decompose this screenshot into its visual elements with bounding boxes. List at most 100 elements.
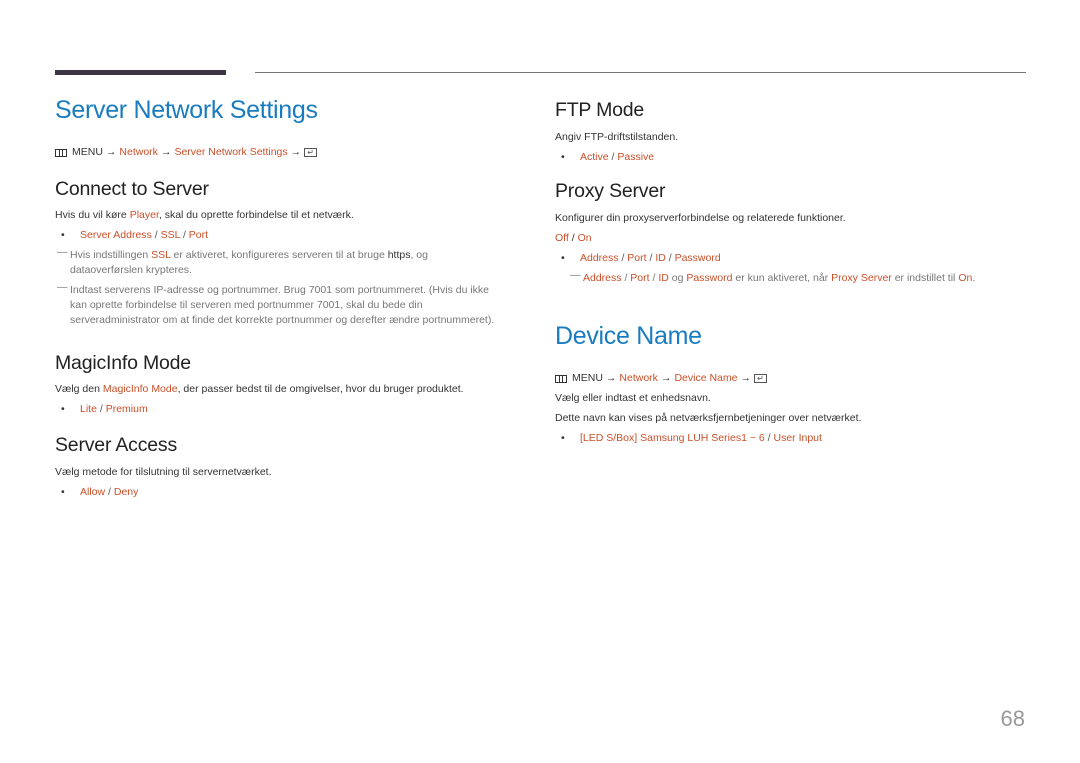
arrow-icon: → [740, 372, 751, 384]
highlight-ssl: SSL [151, 249, 171, 261]
separator: / [621, 272, 631, 284]
bullet-icon: • [561, 432, 565, 444]
separator: / [151, 229, 161, 241]
option-password[interactable]: Password [675, 252, 721, 264]
option-port[interactable]: Port [189, 229, 208, 241]
text: Vælg den [55, 383, 103, 395]
enter-icon: ↵ [753, 374, 767, 383]
separator: / [105, 486, 114, 498]
option-ssl[interactable]: SSL [161, 229, 180, 241]
text: Indtast serverens IP-adresse og portnumm… [70, 284, 495, 326]
separator: / [646, 252, 656, 264]
proxy-toggle: Off / On [555, 231, 1025, 246]
highlight-port: Port [630, 272, 650, 284]
list-item: • Server Address / SSL / Port [55, 228, 495, 243]
ftp-mode-description: Angiv FTP-driftstilstanden. [555, 131, 679, 143]
option-off[interactable]: Off [555, 232, 569, 244]
left-column: Server Network Settings MENU → Network →… [55, 96, 495, 500]
text: er indstillet til [891, 272, 959, 284]
option-id[interactable]: ID [655, 252, 666, 264]
option-active[interactable]: Active [580, 151, 609, 163]
connect-to-server-description: Hvis du vil køre Player, skal du oprette… [55, 208, 495, 223]
option-lite[interactable]: Lite [80, 403, 97, 415]
bullet-icon: • [561, 252, 565, 264]
option-server-address[interactable]: Server Address [80, 229, 152, 241]
breadcrumb-network[interactable]: Network [119, 145, 158, 160]
text: er aktiveret, konfigureres serveren til … [170, 249, 388, 261]
section-heading-ftp-mode: FTP Mode [555, 99, 645, 121]
text: er kun aktiveret, når [732, 272, 832, 284]
separator: / [568, 232, 578, 244]
text-https: https [387, 249, 411, 261]
note-proxy: — Address / Port / ID og Password er kun… [568, 269, 1025, 286]
bullet-icon: • [561, 151, 565, 163]
option-user-input[interactable]: User Input [773, 432, 821, 444]
option-port[interactable]: Port [627, 252, 646, 264]
highlight-password: Password [686, 272, 733, 284]
list-item: • Active / Passive [555, 150, 1025, 165]
note-port: — Indtast serverens IP-adresse og portnu… [55, 281, 495, 328]
server-access-description: Vælg metode for tilslutning til serverne… [55, 466, 272, 478]
bullet-icon: • [61, 486, 65, 498]
section-heading-connect-to-server: Connect to Server [55, 178, 209, 200]
highlight-id: ID [658, 272, 669, 284]
magicinfo-mode-description: Vælg den MagicInfo Mode, der passer beds… [55, 382, 495, 397]
highlight-magicinfo-mode: MagicInfo Mode [102, 383, 178, 395]
separator: / [96, 403, 106, 415]
arrow-icon: → [660, 372, 672, 384]
highlight-on: On [958, 272, 973, 284]
section-heading-proxy-server: Proxy Server [555, 180, 666, 202]
option-on[interactable]: On [578, 232, 592, 244]
page-number: 68 [1000, 706, 1025, 731]
note-dash-icon: — [57, 246, 68, 258]
device-name-description-2: Dette navn kan vises på netværksfjernbet… [555, 412, 862, 424]
text: og [668, 272, 687, 284]
bullet-icon: • [61, 403, 65, 415]
text: , skal du oprette forbindelse til et net… [158, 209, 354, 221]
arrow-icon: → [160, 146, 172, 158]
highlight-address: Address [583, 272, 622, 284]
separator: / [180, 229, 189, 241]
option-led-sbox-name[interactable]: [LED S/Box] Samsung LUH Series1 ~ 6 [580, 432, 765, 444]
text: , der passer bedst til de omgivelser, hv… [177, 383, 464, 395]
right-column: FTP Mode Angiv FTP-driftstilstanden. • A… [555, 96, 1025, 446]
breadcrumb: MENU → Network → Device Name → ↵ [555, 371, 1025, 386]
breadcrumb-server-network-settings[interactable]: Server Network Settings [174, 145, 287, 160]
note-dash-icon: — [57, 281, 68, 293]
breadcrumb-menu: MENU [72, 146, 103, 158]
highlight-proxy-server: Proxy Server [831, 272, 892, 284]
highlight-player: Player [129, 209, 159, 221]
separator: / [665, 252, 675, 264]
bullet-icon: • [61, 229, 65, 241]
header-rule [255, 72, 1026, 73]
section-heading-magicinfo-mode: MagicInfo Mode [55, 352, 191, 374]
option-allow[interactable]: Allow [80, 486, 105, 498]
section-heading-server-access: Server Access [55, 434, 178, 456]
breadcrumb: MENU → Network → Server Network Settings… [55, 145, 495, 160]
text: . [972, 272, 976, 284]
menu-icon [55, 148, 67, 157]
device-name-title: Device Name [555, 322, 702, 350]
text: Hvis indstillingen [70, 249, 152, 261]
note-dash-icon: — [570, 269, 581, 281]
breadcrumb-device-name[interactable]: Device Name [674, 371, 737, 386]
list-item: • Address / Port / ID / Password [555, 251, 1025, 266]
arrow-icon: → [605, 372, 617, 384]
option-deny[interactable]: Deny [114, 486, 139, 498]
separator: / [649, 272, 659, 284]
arrow-icon: → [290, 146, 302, 158]
separator: / [618, 252, 628, 264]
header-bar-thick [55, 70, 226, 75]
breadcrumb-network[interactable]: Network [619, 371, 658, 386]
device-name-description-1: Vælg eller indtast et enhedsnavn. [555, 392, 711, 404]
arrow-icon: → [105, 146, 117, 158]
list-item: • Allow / Deny [55, 485, 495, 500]
option-passive[interactable]: Passive [617, 151, 654, 163]
option-premium[interactable]: Premium [106, 403, 148, 415]
menu-icon [555, 374, 567, 383]
option-address[interactable]: Address [580, 252, 619, 264]
breadcrumb-menu: MENU [572, 372, 603, 384]
note-ssl: — Hvis indstillingen SSL er aktiveret, k… [55, 246, 495, 278]
list-item: • Lite / Premium [55, 402, 495, 417]
enter-icon: ↵ [304, 148, 318, 157]
